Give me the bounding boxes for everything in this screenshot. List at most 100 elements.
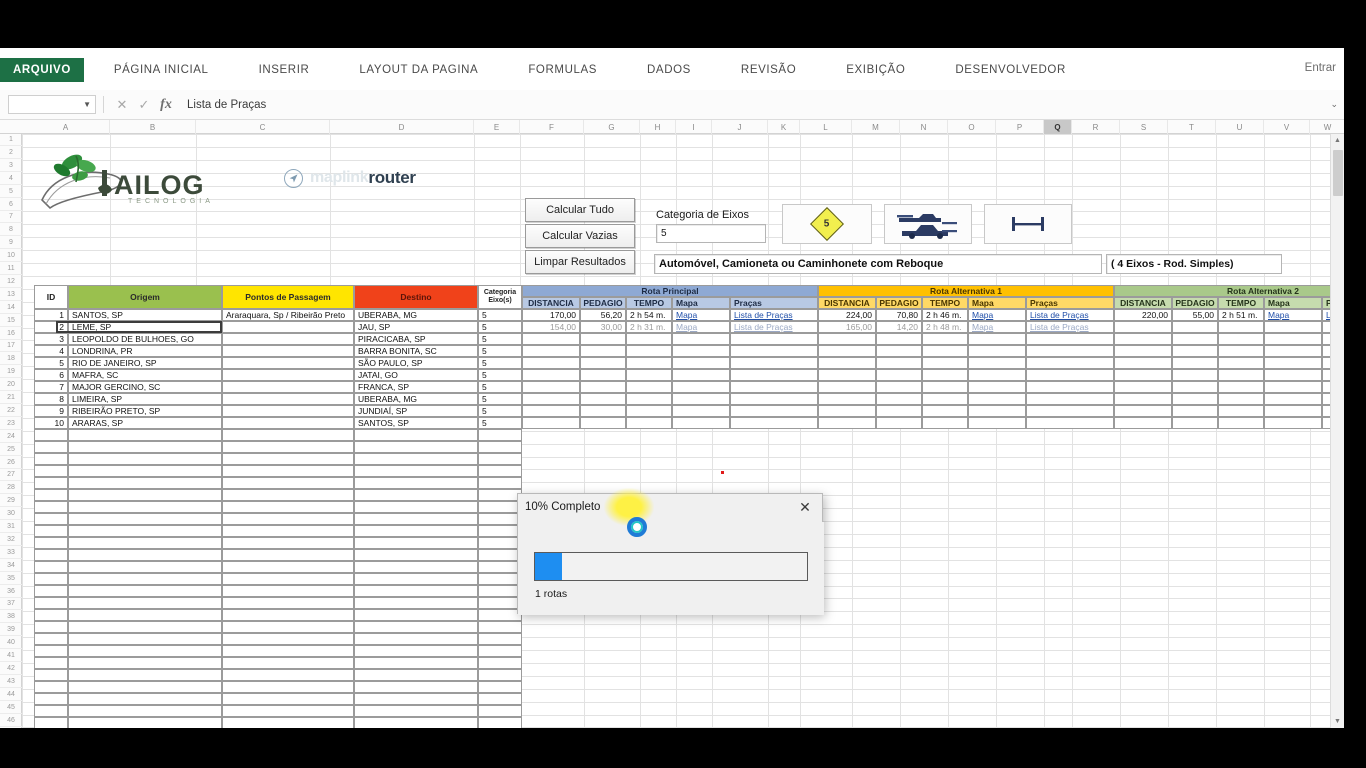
cell-origem[interactable]: LONDRINA, PR — [68, 345, 222, 357]
cell-p_dist[interactable] — [522, 333, 580, 345]
cell-a2_ped[interactable] — [1172, 393, 1218, 405]
cell-a1_ped[interactable] — [876, 417, 922, 429]
cell-p_pracas[interactable] — [730, 357, 818, 369]
cell-p_dist[interactable] — [522, 405, 580, 417]
cell-empty[interactable] — [222, 501, 354, 513]
column-header-Q[interactable]: Q — [1044, 120, 1072, 134]
cell-empty[interactable] — [34, 669, 68, 681]
row-header-44[interactable]: 44 — [0, 689, 22, 701]
cell-pontos-passagem[interactable] — [222, 345, 354, 357]
cell-pontos-passagem[interactable] — [222, 405, 354, 417]
pracas-link[interactable]: Lista de Praças — [1027, 310, 1089, 320]
cell-empty[interactable] — [222, 489, 354, 501]
ribbon-tab-revisão[interactable]: REVISÃO — [727, 59, 810, 81]
cell-categoria[interactable]: 5 — [478, 345, 522, 357]
row-header-16[interactable]: 16 — [0, 328, 22, 340]
column-header-B[interactable]: B — [110, 120, 196, 134]
row-header-26[interactable]: 26 — [0, 457, 22, 469]
cell-empty[interactable] — [34, 621, 68, 633]
vertical-scrollbar[interactable]: ▲ ▼ — [1330, 134, 1344, 728]
cell-a1_tempo[interactable] — [922, 381, 968, 393]
cell-empty[interactable] — [68, 549, 222, 561]
column-header-J[interactable]: J — [712, 120, 768, 134]
cell-p_tempo[interactable]: 2 h 31 m. — [626, 321, 672, 333]
cell-pontos-passagem[interactable] — [222, 357, 354, 369]
cell-destino[interactable]: UBERABA, MG — [354, 309, 478, 321]
cell-a2_ped[interactable]: 55,00 — [1172, 309, 1218, 321]
cell-empty[interactable] — [478, 645, 522, 657]
cell-a2_mapa[interactable] — [1264, 345, 1322, 357]
subheader-p_pracas[interactable]: Praças — [730, 297, 818, 309]
cell-empty[interactable] — [34, 585, 68, 597]
header-pontos-passagem[interactable]: Pontos de Passagem — [222, 285, 354, 309]
cell-empty[interactable] — [478, 669, 522, 681]
cell-empty[interactable] — [354, 513, 478, 525]
cell-p_tempo[interactable] — [626, 369, 672, 381]
row-header-3[interactable]: 3 — [0, 160, 22, 172]
cell-empty[interactable] — [478, 525, 522, 537]
cell-empty[interactable] — [478, 477, 522, 489]
cell-empty[interactable] — [222, 525, 354, 537]
cell-id[interactable]: 10 — [34, 417, 68, 429]
categoria-eixos-input[interactable]: 5 — [656, 224, 766, 243]
cell-p_pracas[interactable] — [730, 381, 818, 393]
cell-empty[interactable] — [34, 501, 68, 513]
row-header-11[interactable]: 11 — [0, 263, 22, 275]
cell-p_mapa[interactable] — [672, 333, 730, 345]
subheader-a1_pracas[interactable]: Praças — [1026, 297, 1114, 309]
cell-a2_dist[interactable] — [1114, 321, 1172, 333]
cell-empty[interactable] — [222, 561, 354, 573]
cell-a2_ped[interactable] — [1172, 321, 1218, 333]
cell-empty[interactable] — [478, 717, 522, 728]
cell-pontos-passagem[interactable] — [222, 321, 354, 333]
cell-a1_mapa[interactable] — [968, 345, 1026, 357]
cell-pontos-passagem[interactable] — [222, 381, 354, 393]
column-header-T[interactable]: T — [1168, 120, 1216, 134]
group-header-a1[interactable]: Rota Alternativa 1 — [818, 285, 1114, 297]
column-header-U[interactable]: U — [1216, 120, 1264, 134]
cell-empty[interactable] — [354, 453, 478, 465]
cell-a2_mapa[interactable] — [1264, 369, 1322, 381]
cell-a1_dist[interactable] — [818, 345, 876, 357]
row-header-14[interactable]: 14 — [0, 302, 22, 314]
subheader-a2_mapa[interactable]: Mapa — [1264, 297, 1322, 309]
cell-empty[interactable] — [354, 681, 478, 693]
row-header-8[interactable]: 8 — [0, 224, 22, 237]
cell-a2_dist[interactable] — [1114, 381, 1172, 393]
pracas-link[interactable]: Lista de Praças — [731, 322, 793, 332]
cell-origem[interactable]: SANTOS, SP — [68, 309, 222, 321]
cell-id[interactable]: 9 — [34, 405, 68, 417]
scrollbar-thumb[interactable] — [1333, 150, 1343, 196]
cell-a2_tempo[interactable] — [1218, 417, 1264, 429]
cell-empty[interactable] — [478, 465, 522, 477]
cell-p_tempo[interactable] — [626, 333, 672, 345]
cell-empty[interactable] — [222, 717, 354, 728]
cell-origem[interactable]: LIMEIRA, SP — [68, 393, 222, 405]
cell-a2_dist[interactable] — [1114, 369, 1172, 381]
cell-a1_tempo[interactable] — [922, 357, 968, 369]
column-header-H[interactable]: H — [640, 120, 676, 134]
row-header-30[interactable]: 30 — [0, 508, 22, 521]
cell-id[interactable]: 1 — [34, 309, 68, 321]
cell-empty[interactable] — [222, 537, 354, 549]
cell-empty[interactable] — [354, 525, 478, 537]
row-header-31[interactable]: 31 — [0, 521, 22, 533]
cell-empty[interactable] — [68, 561, 222, 573]
cell-empty[interactable] — [34, 441, 68, 453]
cell-a2_mapa[interactable]: Mapa — [1264, 309, 1322, 321]
cell-a1_mapa[interactable]: Mapa — [968, 309, 1026, 321]
row-header-36[interactable]: 36 — [0, 586, 22, 598]
ribbon-tab-página-inicial[interactable]: PÁGINA INICIAL — [100, 59, 223, 81]
cell-empty[interactable] — [478, 597, 522, 609]
cell-empty[interactable] — [478, 549, 522, 561]
cell-empty[interactable] — [68, 705, 222, 717]
cell-a1_dist[interactable] — [818, 357, 876, 369]
calcular-tudo-button[interactable]: Calcular Tudo — [525, 198, 635, 222]
cell-a2_tempo[interactable] — [1218, 321, 1264, 333]
cell-empty[interactable] — [34, 561, 68, 573]
cell-empty[interactable] — [478, 705, 522, 717]
cell-p_ped[interactable] — [580, 417, 626, 429]
column-header-R[interactable]: R — [1072, 120, 1120, 134]
cell-a2_dist[interactable] — [1114, 357, 1172, 369]
column-header-L[interactable]: L — [800, 120, 852, 134]
